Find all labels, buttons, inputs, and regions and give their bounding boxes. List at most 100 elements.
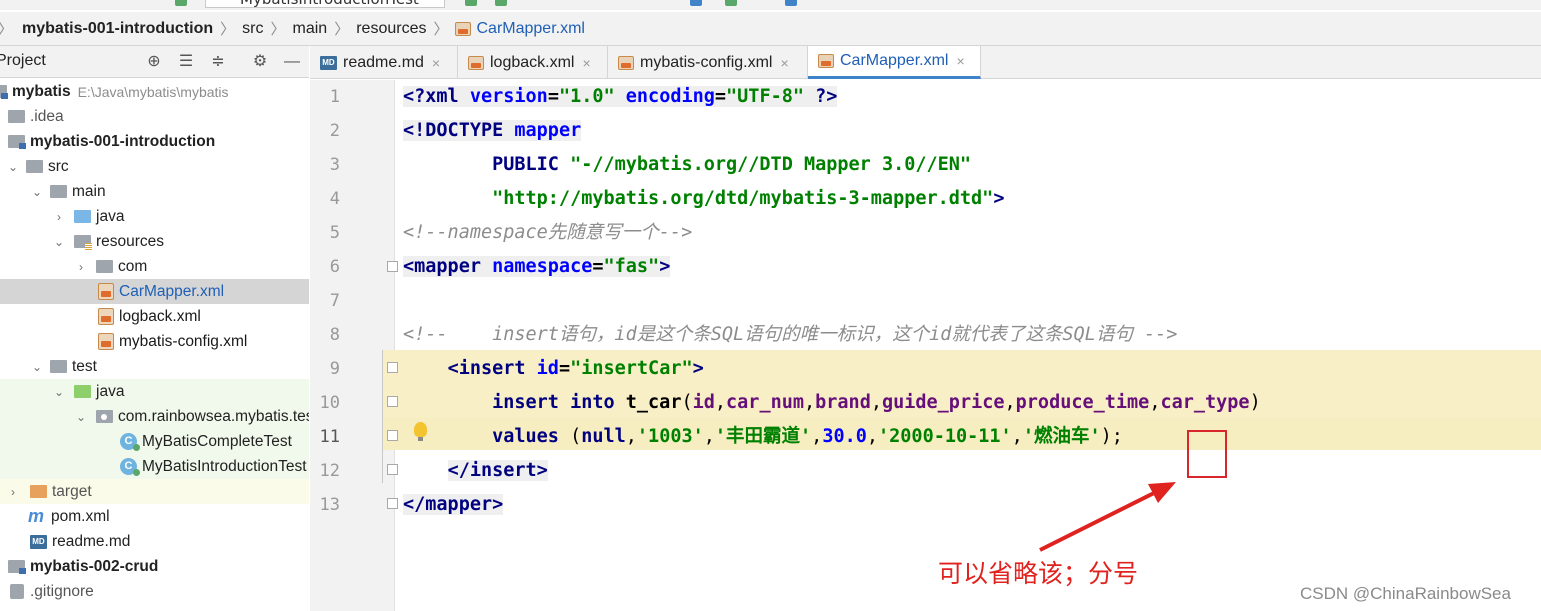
tree-item-complete-test[interactable]: C MyBatisCompleteTest (0, 429, 309, 454)
line-number[interactable]: 6 (310, 257, 340, 277)
chevron-down-icon[interactable]: ⌄ (30, 185, 44, 199)
tree-item-label: mybatis-002-crud (30, 557, 159, 575)
code-token: </insert> (447, 460, 548, 481)
chevron-down-icon[interactable]: ⌄ (52, 235, 66, 249)
run-icon[interactable] (465, 0, 477, 6)
tree-item-gitignore[interactable]: .gitignore (0, 579, 309, 604)
close-icon[interactable]: × (582, 55, 590, 71)
tree-item-java-main[interactable]: › java (0, 204, 309, 229)
code-line[interactable]: values (null,'1003','丰田霸道',30.0,'2000-10… (403, 420, 1123, 454)
tree-item-root[interactable]: mybatis E:\Java\mybatis\mybatis (0, 79, 309, 104)
code-token: , (625, 426, 637, 447)
breadcrumb-item-file[interactable]: CarMapper.xml (476, 20, 584, 38)
hide-panel-icon[interactable]: — (283, 53, 301, 71)
tree-item-resources[interactable]: ⌄ resources (0, 229, 309, 254)
code-line[interactable]: insert into t_car(id,car_num,brand,guide… (403, 386, 1261, 420)
breadcrumb-item-module[interactable]: mybatis-001-introduction (22, 20, 213, 38)
tree-item-package[interactable]: ⌄ com.rainbowsea.mybatis.test (0, 404, 309, 429)
tree-item-target[interactable]: › target (0, 479, 309, 504)
tree-item-module-001[interactable]: mybatis-001-introduction (0, 129, 309, 154)
tree-item-main[interactable]: ⌄ main (0, 179, 309, 204)
line-number[interactable]: 9 (310, 359, 340, 379)
tree-item-test[interactable]: ⌄ test (0, 354, 309, 379)
fold-marker-icon[interactable] (387, 464, 398, 475)
lightbulb-icon[interactable] (414, 422, 427, 441)
line-number[interactable]: 8 (310, 325, 340, 345)
tree-item-label: mybatis-001-introduction (30, 132, 216, 150)
gear-icon[interactable]: ⚙ (251, 53, 269, 71)
line-number[interactable]: 4 (310, 189, 340, 209)
run-configuration-selector[interactable]: MybatisIntroductionTest (205, 0, 445, 8)
line-number[interactable]: 10 (310, 393, 340, 413)
close-icon[interactable]: × (956, 53, 964, 69)
code-line[interactable]: <mapper namespace="fas"> (403, 250, 671, 284)
chevron-down-icon[interactable]: ⌄ (6, 160, 20, 174)
line-number[interactable]: 3 (310, 155, 340, 175)
fold-marker-icon[interactable] (387, 396, 398, 407)
tree-item-pom[interactable]: m pom.xml (0, 504, 309, 529)
code-editor[interactable]: 1 2 3 4 5 6 7 8 9 10 11 12 13 <?xml version="1.0" en… (310, 80, 1541, 611)
tree-item-idea[interactable]: .idea (0, 104, 309, 129)
code-line[interactable]: <!--namespace先随意写一个--> (403, 216, 692, 250)
breadcrumb-item-resources[interactable]: resources (356, 20, 426, 38)
code-line[interactable]: <!-- insert语句，id是这个条SQL语句的唯一标识，这个id就代表了这… (403, 318, 1177, 352)
close-icon[interactable]: × (780, 55, 788, 71)
breadcrumb-item-main[interactable]: main (293, 20, 328, 38)
tab-readme[interactable]: MD readme.md × (310, 46, 458, 79)
chevron-down-icon[interactable]: ⌄ (74, 410, 88, 424)
tree-item-java-test[interactable]: ⌄ java (0, 379, 309, 404)
tab-carmapper[interactable]: CarMapper.xml × (808, 46, 981, 79)
code-token: ) (1249, 392, 1261, 413)
chevron-down-icon[interactable]: ⌄ (30, 360, 44, 374)
tree-item-mybatis-config[interactable]: mybatis-config.xml (0, 329, 309, 354)
line-number[interactable]: 1 (310, 87, 340, 107)
line-number[interactable]: 2 (310, 121, 340, 141)
tree-item-src[interactable]: ⌄ src (0, 154, 309, 179)
expand-all-icon[interactable]: ☰ (177, 53, 195, 71)
vcs-commit-icon[interactable] (725, 0, 737, 6)
fold-marker-icon[interactable] (387, 498, 398, 509)
vcs-push-icon[interactable] (785, 0, 797, 6)
fold-marker-icon[interactable] (387, 430, 398, 441)
close-icon[interactable]: × (432, 55, 440, 71)
line-number[interactable]: 7 (310, 291, 340, 311)
line-number[interactable]: 12 (310, 461, 340, 481)
fold-marker-icon[interactable] (387, 362, 398, 373)
project-panel-title[interactable]: Project (0, 52, 46, 70)
code-line[interactable]: PUBLIC "-//mybatis.org//DTD Mapper 3.0//… (403, 148, 971, 182)
tree-item-label: src (48, 157, 69, 175)
code-line[interactable]: "http://mybatis.org/dtd/mybatis-3-mapper… (403, 182, 1004, 216)
tree-item-module-002[interactable]: mybatis-002-crud (0, 554, 309, 579)
code-line[interactable]: <insert id="insertCar"> (403, 352, 704, 386)
code-line[interactable]: </mapper> (403, 488, 504, 522)
collapse-all-icon[interactable]: ≑ (209, 53, 227, 71)
chevron-down-icon[interactable]: ⌄ (52, 385, 66, 399)
line-number[interactable]: 11 (310, 427, 340, 447)
debug-icon[interactable] (495, 0, 507, 6)
tree-item-com[interactable]: › com (0, 254, 309, 279)
code-token: values (492, 426, 571, 447)
xml-file-icon (98, 283, 114, 300)
line-number[interactable]: 13 (310, 495, 340, 515)
code-line[interactable]: </insert> (403, 454, 548, 488)
code-line[interactable]: <!DOCTYPE mapper (403, 114, 582, 148)
xml-file-icon (455, 21, 472, 36)
tree-item-logback[interactable]: logback.xml (0, 304, 309, 329)
line-number[interactable]: 5 (310, 223, 340, 243)
tree-item-readme[interactable]: MD readme.md (0, 529, 309, 554)
locate-file-icon[interactable]: ⊕ (145, 53, 163, 71)
chevron-right-icon[interactable]: › (6, 485, 20, 499)
back-arrow-icon[interactable] (175, 0, 187, 6)
chevron-right-icon[interactable]: › (52, 210, 66, 224)
folder-icon (50, 185, 67, 198)
tab-mybatis-config[interactable]: mybatis-config.xml × (608, 46, 808, 79)
vcs-update-icon[interactable] (690, 0, 702, 6)
tree-item-carmapper[interactable]: CarMapper.xml (0, 279, 309, 304)
code-line[interactable]: <?xml version="1.0" encoding="UTF-8" ?> (403, 80, 838, 114)
breadcrumb-item-src[interactable]: src (242, 20, 263, 38)
tree-item-introduction-test[interactable]: C MyBatisIntroductionTest (0, 454, 309, 479)
code-token: = (592, 256, 604, 277)
chevron-right-icon[interactable]: › (74, 260, 88, 274)
fold-marker-icon[interactable] (387, 261, 398, 272)
tab-logback[interactable]: logback.xml × (458, 46, 608, 79)
